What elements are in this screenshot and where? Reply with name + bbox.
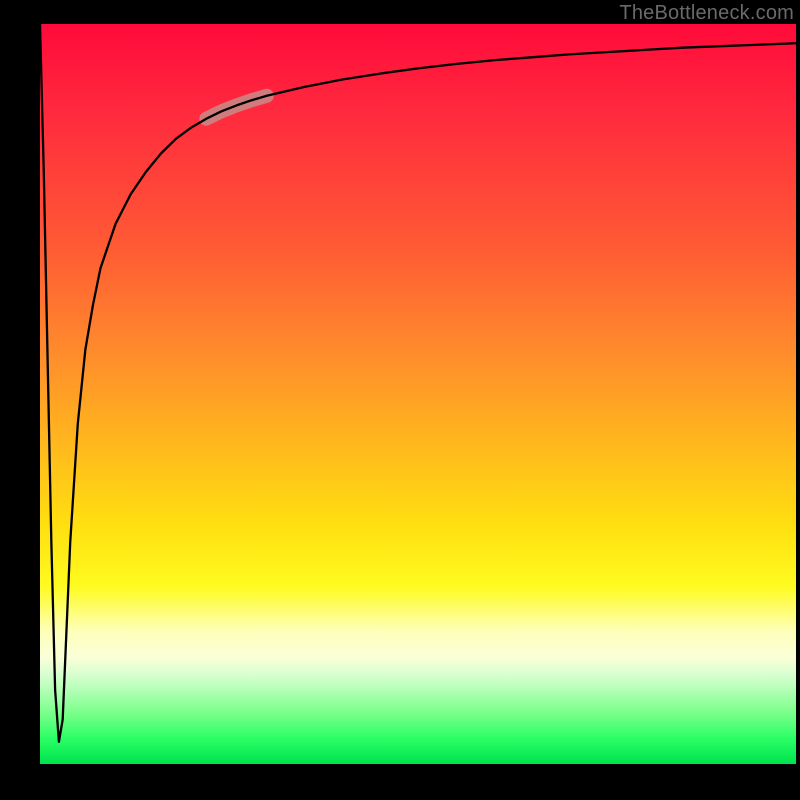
curve-svg xyxy=(40,24,796,764)
bottleneck-curve xyxy=(40,24,796,742)
chart-stage: TheBottleneck.com xyxy=(0,0,800,800)
plot-area xyxy=(40,24,796,764)
watermark-text: TheBottleneck.com xyxy=(619,2,794,25)
